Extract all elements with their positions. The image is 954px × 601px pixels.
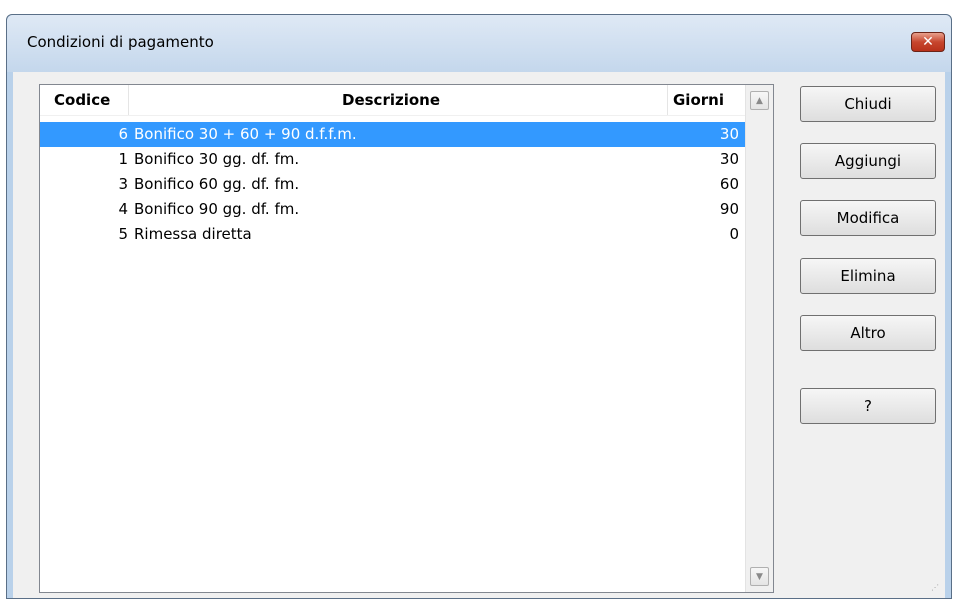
row-days: 60 bbox=[719, 175, 739, 193]
close-icon: ✕ bbox=[922, 34, 934, 50]
row-code: 3 bbox=[118, 175, 128, 193]
chevron-up-icon: ▲ bbox=[756, 95, 763, 106]
row-days: 30 bbox=[719, 125, 739, 143]
window-title: Condizioni di pagamento bbox=[27, 33, 214, 51]
row-days: 30 bbox=[719, 150, 739, 168]
help-button[interactable]: ? bbox=[800, 388, 936, 424]
row-code: 6 bbox=[118, 125, 128, 143]
row-code: 4 bbox=[118, 200, 128, 218]
vertical-scrollbar[interactable]: ▲ ▼ bbox=[745, 85, 773, 592]
list-rows: 6 Bonifico 30 + 60 + 90 d.f.f.m. 30 1 Bo… bbox=[40, 122, 745, 247]
title-bar[interactable]: Condizioni di pagamento ✕ bbox=[7, 15, 951, 72]
edit-button[interactable]: Modifica bbox=[800, 200, 936, 236]
scroll-up-button[interactable]: ▲ bbox=[750, 91, 769, 110]
other-button[interactable]: Altro bbox=[800, 315, 936, 351]
row-description: Bonifico 60 gg. df. fm. bbox=[134, 175, 300, 193]
chevron-down-icon: ▼ bbox=[756, 571, 763, 582]
close-button[interactable]: Chiudi bbox=[800, 86, 936, 122]
payment-terms-list[interactable]: Codice Descrizione Giorni 6 Bonifico 30 … bbox=[39, 84, 774, 593]
list-row[interactable]: 6 Bonifico 30 + 60 + 90 d.f.f.m. 30 bbox=[40, 122, 745, 147]
column-divider[interactable] bbox=[667, 85, 668, 115]
row-code: 1 bbox=[118, 150, 128, 168]
row-description: Rimessa diretta bbox=[134, 225, 252, 243]
dialog-client-area: Codice Descrizione Giorni 6 Bonifico 30 … bbox=[13, 72, 945, 598]
add-button[interactable]: Aggiungi bbox=[800, 143, 936, 179]
row-days: 0 bbox=[729, 225, 739, 243]
close-window-button[interactable]: ✕ bbox=[911, 32, 945, 52]
list-row[interactable]: 3 Bonifico 60 gg. df. fm. 60 bbox=[40, 172, 745, 197]
column-header-description[interactable]: Descrizione bbox=[342, 91, 440, 109]
row-description: Bonifico 90 gg. df. fm. bbox=[134, 200, 300, 218]
delete-button[interactable]: Elimina bbox=[800, 258, 936, 294]
list-row[interactable]: 4 Bonifico 90 gg. df. fm. 90 bbox=[40, 197, 745, 222]
dialog-window: Condizioni di pagamento ✕ Codice Descriz… bbox=[6, 14, 952, 599]
scroll-down-button[interactable]: ▼ bbox=[750, 567, 769, 586]
row-code: 5 bbox=[118, 225, 128, 243]
resize-grip-icon[interactable]: ⋰ bbox=[931, 584, 941, 594]
column-header-days[interactable]: Giorni bbox=[673, 91, 724, 109]
column-divider[interactable] bbox=[128, 85, 129, 115]
row-description: Bonifico 30 gg. df. fm. bbox=[134, 150, 300, 168]
list-row[interactable]: 5 Rimessa diretta 0 bbox=[40, 222, 745, 247]
column-header-code[interactable]: Codice bbox=[54, 91, 110, 109]
row-days: 90 bbox=[719, 200, 739, 218]
list-row[interactable]: 1 Bonifico 30 gg. df. fm. 30 bbox=[40, 147, 745, 172]
list-header: Codice Descrizione Giorni bbox=[40, 85, 745, 116]
row-description: Bonifico 30 + 60 + 90 d.f.f.m. bbox=[134, 125, 357, 143]
